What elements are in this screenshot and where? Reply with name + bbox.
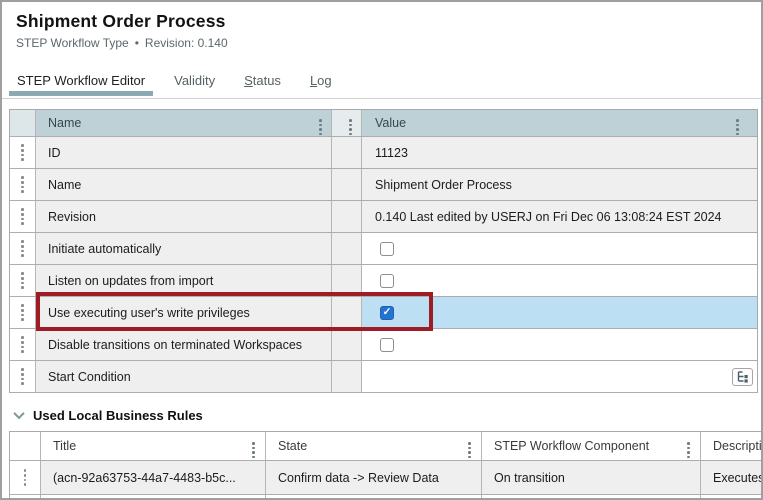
chevron-down-icon[interactable]	[13, 408, 24, 419]
check-icon: ✓	[383, 307, 392, 318]
properties-table: Name Value ID 11123 Name Shipment Order …	[9, 109, 758, 393]
property-value[interactable]: Shipment Order Process	[375, 178, 512, 192]
property-row-listen-on-updates[interactable]: Listen on updates from import ✓	[10, 265, 757, 297]
properties-table-header: Name Value	[10, 110, 757, 137]
tab-bar: STEP Workflow Editor Validity Status Log	[2, 63, 761, 99]
column-menu-icon[interactable]	[349, 111, 352, 136]
property-name: Use executing user's write privileges	[48, 306, 250, 320]
property-row-start-condition[interactable]: Start Condition	[10, 361, 757, 393]
section-title: Used Local Business Rules	[33, 408, 203, 423]
property-row-initiate-automatically[interactable]: Initiate automatically ✓	[10, 233, 757, 265]
rule-row-partial	[10, 495, 763, 500]
property-name: Start Condition	[48, 370, 131, 384]
tab-label: Status	[244, 73, 281, 88]
drag-handle-icon[interactable]	[21, 304, 24, 320]
column-header-description: Description	[713, 439, 763, 453]
property-name: Revision	[48, 210, 96, 224]
page-header: Shipment Order Process STEP Workflow Typ…	[16, 11, 228, 50]
property-value[interactable]: 0.140 Last edited by USERJ on Fri Dec 06…	[375, 210, 722, 224]
rule-state: Confirm data -> Review Data	[278, 471, 439, 485]
object-type-label: STEP Workflow Type	[16, 36, 129, 50]
rule-component: On transition	[494, 471, 565, 485]
rules-table: Title State STEP Workflow Component Desc…	[9, 431, 763, 500]
property-name: Listen on updates from import	[48, 274, 213, 288]
rules-table-header: Title State STEP Workflow Component Desc…	[10, 432, 763, 461]
section-used-local-business-rules: Used Local Business Rules	[15, 404, 203, 426]
checkbox-listen-on-updates[interactable]: ✓	[380, 274, 394, 288]
property-row-name[interactable]: Name Shipment Order Process	[10, 169, 757, 201]
property-row-disable-transitions[interactable]: Disable transitions on terminated Worksp…	[10, 329, 757, 361]
page-title: Shipment Order Process	[16, 11, 228, 32]
drag-handle-icon[interactable]	[21, 272, 24, 288]
step-workflow-window: Shipment Order Process STEP Workflow Typ…	[0, 0, 763, 500]
tab-label: Validity	[174, 73, 215, 88]
column-menu-icon[interactable]	[468, 434, 471, 459]
column-menu-icon[interactable]	[687, 434, 690, 459]
column-menu-icon[interactable]	[252, 434, 255, 459]
property-value[interactable]: 11123	[375, 146, 408, 160]
property-name: Disable transitions on terminated Worksp…	[48, 338, 302, 352]
property-name: ID	[48, 146, 61, 160]
column-header-state: State	[278, 439, 307, 453]
checkbox-disable-transitions[interactable]: ✓	[380, 338, 394, 352]
tab-step-workflow-editor[interactable]: STEP Workflow Editor	[9, 63, 153, 98]
drag-column-header	[10, 110, 36, 136]
rule-title: (acn-92a63753-44a7-4483-b5c...	[53, 471, 236, 485]
column-header-value: Value	[375, 116, 406, 130]
tab-log[interactable]: Log	[302, 63, 340, 98]
column-header-title: Title	[53, 439, 76, 453]
column-header-name: Name	[48, 116, 81, 130]
property-row-id[interactable]: ID 11123	[10, 137, 757, 169]
drag-handle-icon[interactable]	[24, 469, 27, 485]
hierarchy-tree-icon	[736, 371, 750, 383]
drag-handle-icon[interactable]	[21, 240, 24, 256]
tab-label: STEP Workflow Editor	[17, 73, 145, 88]
drag-handle-icon[interactable]	[21, 336, 24, 352]
revision-label: Revision: 0.140	[145, 36, 228, 50]
drag-handle-icon[interactable]	[21, 176, 24, 192]
checkbox-initiate-automatically[interactable]: ✓	[380, 242, 394, 256]
tab-validity[interactable]: Validity	[166, 63, 223, 98]
condition-editor-button[interactable]	[732, 368, 753, 386]
drag-handle-icon[interactable]	[21, 368, 24, 384]
drag-handle-icon[interactable]	[21, 144, 24, 160]
rule-description: Executes	[713, 471, 763, 485]
tab-label: Log	[310, 73, 332, 88]
rule-row[interactable]: (acn-92a63753-44a7-4483-b5c... Confirm d…	[10, 461, 763, 495]
property-row-use-executing-users-write-privileges[interactable]: Use executing user's write privileges ✓	[10, 297, 757, 329]
bullet-separator: •	[135, 36, 139, 50]
drag-column-header	[10, 432, 41, 460]
checkbox-use-executing-users-write-privileges[interactable]: ✓	[380, 306, 394, 320]
column-header-component: STEP Workflow Component	[494, 439, 649, 453]
drag-handle-icon[interactable]	[21, 208, 24, 224]
column-menu-icon[interactable]	[736, 111, 739, 136]
property-name: Name	[48, 178, 81, 192]
property-name: Initiate automatically	[48, 242, 161, 256]
tab-status[interactable]: Status	[236, 63, 289, 98]
page-subtitle: STEP Workflow Type • Revision: 0.140	[16, 36, 228, 50]
property-row-revision[interactable]: Revision 0.140 Last edited by USERJ on F…	[10, 201, 757, 233]
column-menu-icon[interactable]	[319, 111, 322, 136]
